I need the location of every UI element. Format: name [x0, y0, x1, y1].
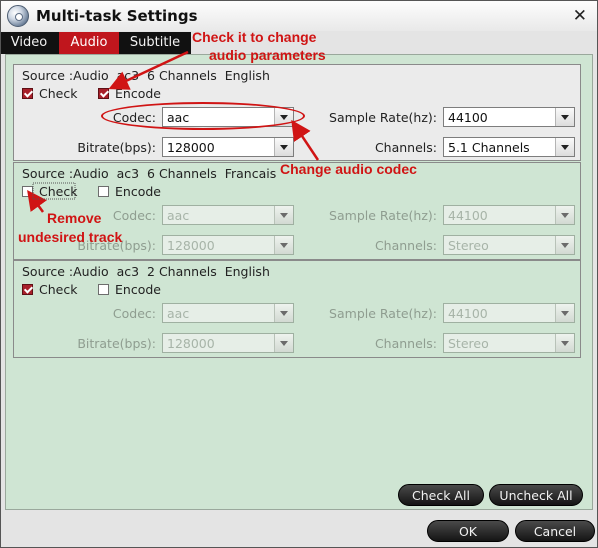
codec-label: Codec:: [112, 208, 156, 223]
track-2-channels-select: Stereo: [443, 235, 575, 255]
sample-rate-label: Sample Rate(hz):: [329, 208, 437, 223]
codec-note: Change audio codec: [280, 161, 417, 177]
window-title: Multi-task Settings: [36, 7, 198, 25]
chevron-down-icon: [274, 206, 293, 224]
channels-label: Channels:: [374, 238, 437, 253]
track-source-label: Source :Audio ac3 6 Channels Francais: [22, 166, 277, 181]
bitrate-label: Bitrate(bps):: [77, 140, 156, 155]
track-3-check-checkbox[interactable]: Check: [22, 282, 77, 297]
check-all-button[interactable]: Check All: [398, 484, 484, 506]
channels-value: Stereo: [448, 336, 489, 351]
sample-rate-label: Sample Rate(hz):: [329, 306, 437, 321]
track-1-sample-rate-select[interactable]: 44100: [443, 107, 575, 127]
channels-label: Channels:: [374, 140, 437, 155]
track-2-check-checkbox[interactable]: Check: [22, 184, 77, 199]
bitrate-value: 128000: [167, 238, 215, 253]
track-1-encode-checkbox[interactable]: Encode: [98, 86, 161, 101]
chevron-down-icon: [274, 138, 293, 156]
bitrate-value: 128000: [167, 336, 215, 351]
track-source-label: Source :Audio ac3 2 Channels English: [22, 264, 270, 279]
sample-rate-value: 44100: [448, 208, 488, 223]
track-3-encode-checkbox[interactable]: Encode: [98, 282, 161, 297]
audio-track-3: Source :Audio ac3 2 Channels English Che…: [13, 260, 581, 358]
chevron-down-icon: [555, 138, 574, 156]
channels-value: 5.1 Channels: [448, 140, 530, 155]
multi-task-settings-window: Multi-task Settings ✕ Video Audio Subtit…: [0, 0, 598, 548]
chevron-down-icon: [555, 304, 574, 322]
tab-video[interactable]: Video: [1, 32, 57, 54]
cancel-button[interactable]: Cancel: [515, 520, 595, 542]
bitrate-label: Bitrate(bps):: [77, 336, 156, 351]
track-2-sample-rate-select: 44100: [443, 205, 575, 225]
track-source-label: Source :Audio ac3 6 Channels English: [22, 68, 270, 83]
tab-audio[interactable]: Audio: [59, 32, 119, 54]
codec-value: aac: [167, 208, 190, 223]
disc-icon: [7, 5, 29, 27]
checkbox-unchecked-icon: [22, 186, 33, 197]
check-label: Check: [39, 282, 78, 297]
track-3-codec-select: aac: [162, 303, 294, 323]
sample-rate-label: Sample Rate(hz):: [329, 110, 437, 125]
check-label: Check: [39, 86, 78, 101]
checkbox-checked-icon: [22, 88, 33, 99]
audio-tracks-panel: Source :Audio ac3 6 Channels English Che…: [5, 54, 593, 510]
check-label: Check: [39, 184, 78, 199]
tab-bar: Video Audio Subtitle: [1, 32, 191, 54]
remove-note-line2: undesired track: [18, 229, 123, 245]
checkbox-unchecked-icon: [98, 284, 109, 295]
encode-label: Encode: [115, 184, 161, 199]
chevron-down-icon: [555, 236, 574, 254]
sample-rate-value: 44100: [448, 110, 488, 125]
dialog-footer: OK Cancel: [1, 513, 597, 547]
channels-label: Channels:: [374, 336, 437, 351]
encode-note-line2: audio parameters: [209, 47, 326, 63]
track-1-bitrate-select[interactable]: 128000: [162, 137, 294, 157]
chevron-down-icon: [274, 304, 293, 322]
checkbox-checked-icon: [98, 88, 109, 99]
track-1-check-checkbox[interactable]: Check: [22, 86, 77, 101]
remove-note-line1: Remove: [47, 210, 102, 226]
tab-subtitle[interactable]: Subtitle: [121, 32, 189, 54]
track-1-channels-select[interactable]: 5.1 Channels: [443, 137, 575, 157]
chevron-down-icon: [555, 334, 574, 352]
checkbox-unchecked-icon: [98, 186, 109, 197]
codec-label: Codec:: [112, 306, 156, 321]
encode-label: Encode: [115, 282, 161, 297]
ok-button[interactable]: OK: [427, 520, 509, 542]
title-bar: Multi-task Settings ✕: [1, 1, 597, 31]
track-3-bitrate-select: 128000: [162, 333, 294, 353]
encode-label: Encode: [115, 86, 161, 101]
track-3-sample-rate-select: 44100: [443, 303, 575, 323]
close-icon[interactable]: ✕: [573, 6, 587, 26]
encode-note-line1: Check it to change: [192, 29, 317, 45]
codec-highlight-ellipse: [101, 102, 305, 130]
chevron-down-icon: [274, 236, 293, 254]
bitrate-value: 128000: [167, 140, 215, 155]
chevron-down-icon: [555, 108, 574, 126]
uncheck-all-button[interactable]: Uncheck All: [489, 484, 583, 506]
chevron-down-icon: [555, 206, 574, 224]
track-3-channels-select: Stereo: [443, 333, 575, 353]
codec-value: aac: [167, 306, 190, 321]
track-2-codec-select: aac: [162, 205, 294, 225]
chevron-down-icon: [274, 334, 293, 352]
channels-value: Stereo: [448, 238, 489, 253]
track-2-bitrate-select: 128000: [162, 235, 294, 255]
track-2-encode-checkbox[interactable]: Encode: [98, 184, 161, 199]
sample-rate-value: 44100: [448, 306, 488, 321]
checkbox-checked-icon: [22, 284, 33, 295]
